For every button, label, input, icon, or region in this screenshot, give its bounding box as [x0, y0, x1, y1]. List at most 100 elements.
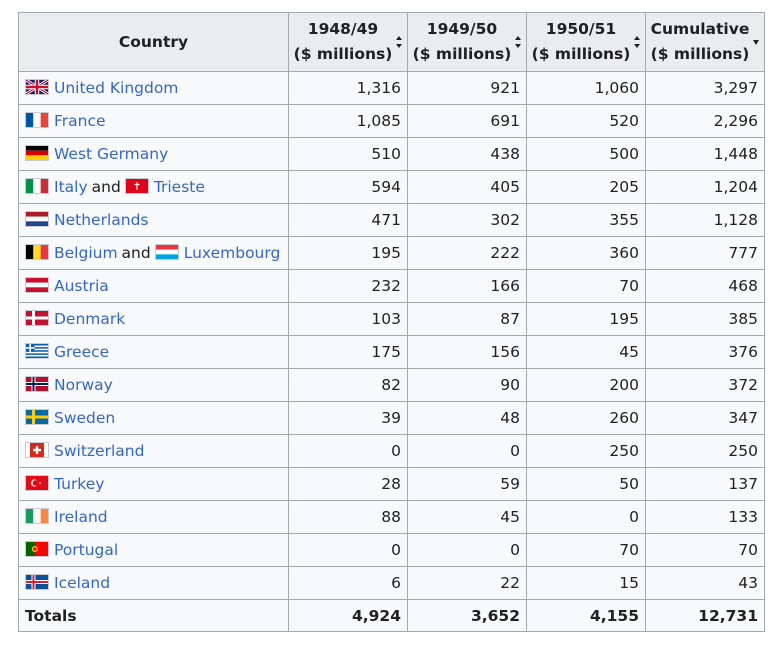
table-row: Greece 175 156 45 376: [18, 335, 765, 369]
value-1949-50: 921: [407, 71, 527, 105]
value-1950-51: 360: [526, 236, 646, 270]
column-header-1948-49[interactable]: 1948/49 ($ millions): [288, 12, 408, 72]
iceland-flag-icon: [25, 574, 49, 590]
table-row: Turkey 28 59 50 137: [18, 467, 765, 501]
marshall-plan-table: Country 1948/49 ($ millions) 1949/50 ($ …: [18, 12, 765, 632]
greece-flag-icon: [25, 343, 49, 359]
value-1950-51: 205: [526, 170, 646, 204]
table-row: Netherlands 471 302 355 1,128: [18, 203, 765, 237]
table-row: Switzerland 0 0 250 250: [18, 434, 765, 468]
header-1949-50-year: 1949/50: [426, 20, 498, 38]
header-1948-49-year: 1948/49: [307, 20, 379, 38]
table-row: West Germany 510 438 500 1,448: [18, 137, 765, 171]
country-cell: Belgium and Luxembourg: [18, 236, 289, 270]
france-flag-icon: [25, 112, 49, 128]
value-cumulative: 1,128: [645, 203, 765, 237]
country-link[interactable]: Belgium: [54, 244, 118, 262]
value-cumulative: 2,296: [645, 104, 765, 138]
value-1949-50: 22: [407, 566, 527, 600]
country-cell: Sweden: [18, 401, 289, 435]
value-1949-50: 45: [407, 500, 527, 534]
header-1949-50-unit: ($ millions): [412, 45, 512, 63]
germany-flag-icon: [25, 145, 49, 161]
sort-both-icon[interactable]: [395, 35, 403, 49]
sort-both-icon[interactable]: [633, 35, 641, 49]
value-1949-50: 405: [407, 170, 527, 204]
table-row: Sweden 39 48 260 347: [18, 401, 765, 435]
column-header-cumulative[interactable]: Cumulative ($ millions): [645, 12, 765, 72]
value-cumulative: 376: [645, 335, 765, 369]
value-1948-49: 195: [288, 236, 408, 270]
value-1950-51: 1,060: [526, 71, 646, 105]
table-row: France 1,085 691 520 2,296: [18, 104, 765, 138]
country-cell: France: [18, 104, 289, 138]
value-1949-50: 0: [407, 533, 527, 567]
totals-row: Totals 4,924 3,652 4,155 12,731: [18, 599, 765, 632]
value-1948-49: 232: [288, 269, 408, 303]
belgium-flag-icon: [25, 244, 49, 260]
value-cumulative: 1,204: [645, 170, 765, 204]
ireland-flag-icon: [25, 508, 49, 524]
value-1948-49: 471: [288, 203, 408, 237]
value-1950-51: 45: [526, 335, 646, 369]
country-link[interactable]: Greece: [54, 343, 109, 361]
table-row: Iceland 6 22 15 43: [18, 566, 765, 600]
turkey-flag-icon: [25, 475, 49, 491]
value-1949-50: 59: [407, 467, 527, 501]
value-cumulative: 777: [645, 236, 765, 270]
country-cell: Ireland: [18, 500, 289, 534]
country-link[interactable]: Italy: [54, 178, 88, 196]
value-cumulative: 468: [645, 269, 765, 303]
country-joiner: and: [121, 244, 151, 262]
country-link[interactable]: Luxembourg: [184, 244, 281, 262]
country-link[interactable]: France: [54, 112, 106, 130]
value-1948-49: 510: [288, 137, 408, 171]
country-link[interactable]: Iceland: [54, 574, 110, 592]
country-cell: West Germany: [18, 137, 289, 171]
table-row: United Kingdom 1,316 921 1,060 3,297: [18, 71, 765, 105]
austria-flag-icon: [25, 277, 49, 293]
value-1950-51: 200: [526, 368, 646, 402]
country-link[interactable]: Austria: [54, 277, 109, 295]
total-1949-50: 3,652: [407, 599, 527, 632]
column-header-1950-51[interactable]: 1950/51 ($ millions): [526, 12, 646, 72]
value-1949-50: 90: [407, 368, 527, 402]
value-1948-49: 0: [288, 434, 408, 468]
country-link[interactable]: Denmark: [54, 310, 125, 328]
country-link[interactable]: United Kingdom: [54, 79, 178, 97]
value-cumulative: 347: [645, 401, 765, 435]
value-1950-51: 15: [526, 566, 646, 600]
country-link[interactable]: Trieste: [154, 178, 205, 196]
country-link[interactable]: Turkey: [54, 475, 104, 493]
value-1950-51: 50: [526, 467, 646, 501]
header-1950-51-unit: ($ millions): [531, 45, 631, 63]
country-cell: Turkey: [18, 467, 289, 501]
value-1949-50: 48: [407, 401, 527, 435]
total-1950-51: 4,155: [526, 599, 646, 632]
value-1948-49: 6: [288, 566, 408, 600]
value-1950-51: 70: [526, 269, 646, 303]
trieste-flag-icon: [124, 178, 149, 194]
switzerland-flag-icon: [25, 442, 49, 458]
country-link[interactable]: Portugal: [54, 541, 118, 559]
header-row: Country 1948/49 ($ millions) 1949/50 ($ …: [18, 12, 765, 72]
column-header-1949-50[interactable]: 1949/50 ($ millions): [407, 12, 527, 72]
table-row: Portugal 0 0 70 70: [18, 533, 765, 567]
country-link[interactable]: Norway: [54, 376, 113, 394]
value-cumulative: 137: [645, 467, 765, 501]
sort-both-icon[interactable]: [514, 35, 522, 49]
country-cell: Austria: [18, 269, 289, 303]
country-cell: Iceland: [18, 566, 289, 600]
table-row: Austria 232 166 70 468: [18, 269, 765, 303]
country-link[interactable]: Switzerland: [54, 442, 144, 460]
value-1950-51: 250: [526, 434, 646, 468]
sort-descending-icon[interactable]: [752, 35, 760, 49]
value-cumulative: 385: [645, 302, 765, 336]
country-link[interactable]: Ireland: [54, 508, 108, 526]
country-link[interactable]: Netherlands: [54, 211, 148, 229]
value-cumulative: 43: [645, 566, 765, 600]
country-cell: Switzerland: [18, 434, 289, 468]
country-link[interactable]: West Germany: [54, 145, 168, 163]
country-link[interactable]: Sweden: [54, 409, 115, 427]
header-cumulative-label: Cumulative: [650, 20, 750, 38]
